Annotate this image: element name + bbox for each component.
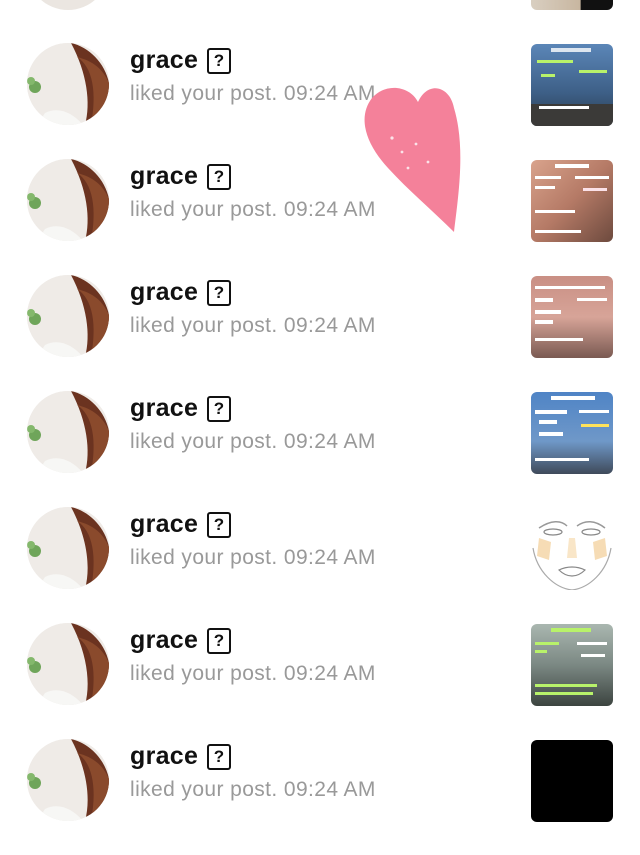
question-box-icon: ? <box>207 628 231 654</box>
username[interactable]: grace <box>130 278 198 307</box>
username[interactable]: grace <box>130 46 198 75</box>
notification-text: liked your post. 09:24 AM <box>130 198 376 221</box>
post-thumbnail[interactable] <box>531 44 613 126</box>
post-thumbnail[interactable] <box>531 0 613 10</box>
post-thumbnail[interactable] <box>531 740 613 822</box>
post-thumbnail[interactable] <box>531 160 613 242</box>
notification-row[interactable]: grace ? liked your post. 09:24 AM <box>0 492 640 608</box>
avatar[interactable] <box>27 159 109 241</box>
username[interactable]: grace <box>130 742 198 771</box>
post-thumbnail[interactable] <box>531 392 613 474</box>
avatar[interactable] <box>27 0 109 10</box>
notification-text: liked your post. 09:24 AM <box>130 778 376 801</box>
notification-row[interactable]: grace ? liked your post. 09:24 AM <box>0 28 640 144</box>
question-box-icon: ? <box>207 512 231 538</box>
avatar[interactable] <box>27 275 109 357</box>
notification-row[interactable]: grace ? liked your post. 09:24 AM <box>0 608 640 724</box>
notification-row[interactable]: grace ? liked your post. 09:24 AM <box>0 144 640 260</box>
notification-text: liked your post. 09:24 AM <box>130 82 376 105</box>
post-thumbnail[interactable] <box>531 624 613 706</box>
post-thumbnail[interactable] <box>531 508 613 590</box>
notification-row[interactable]: grace ? liked your post. 09:24 AM <box>0 260 640 376</box>
post-thumbnail[interactable] <box>531 276 613 358</box>
username[interactable]: grace <box>130 162 198 191</box>
question-box-icon: ? <box>207 280 231 306</box>
notification-text: liked your post. 09:24 AM <box>130 430 376 453</box>
avatar[interactable] <box>27 43 109 125</box>
username[interactable]: grace <box>130 510 198 539</box>
notification-text: liked your post. 09:24 AM <box>130 546 376 569</box>
notification-text: liked your post. 09:24 AM <box>130 314 376 337</box>
username[interactable]: grace <box>130 626 198 655</box>
username[interactable]: grace <box>130 394 198 423</box>
avatar[interactable] <box>27 623 109 705</box>
avatar[interactable] <box>27 739 109 821</box>
notification-row[interactable]: grace ? liked your post. 09:24 AM <box>0 724 640 840</box>
question-box-icon: ? <box>207 48 231 74</box>
question-box-icon: ? <box>207 164 231 190</box>
question-box-icon: ? <box>207 744 231 770</box>
question-box-icon: ? <box>207 396 231 422</box>
avatar[interactable] <box>27 391 109 473</box>
notification-text: liked your post. 09:24 AM <box>130 662 376 685</box>
notification-row[interactable]: grace ? liked your post. 09:24 AM <box>0 376 640 492</box>
avatar[interactable] <box>27 507 109 589</box>
activity-list: grace ? liked your post. 09:24 AM grace … <box>0 0 640 855</box>
